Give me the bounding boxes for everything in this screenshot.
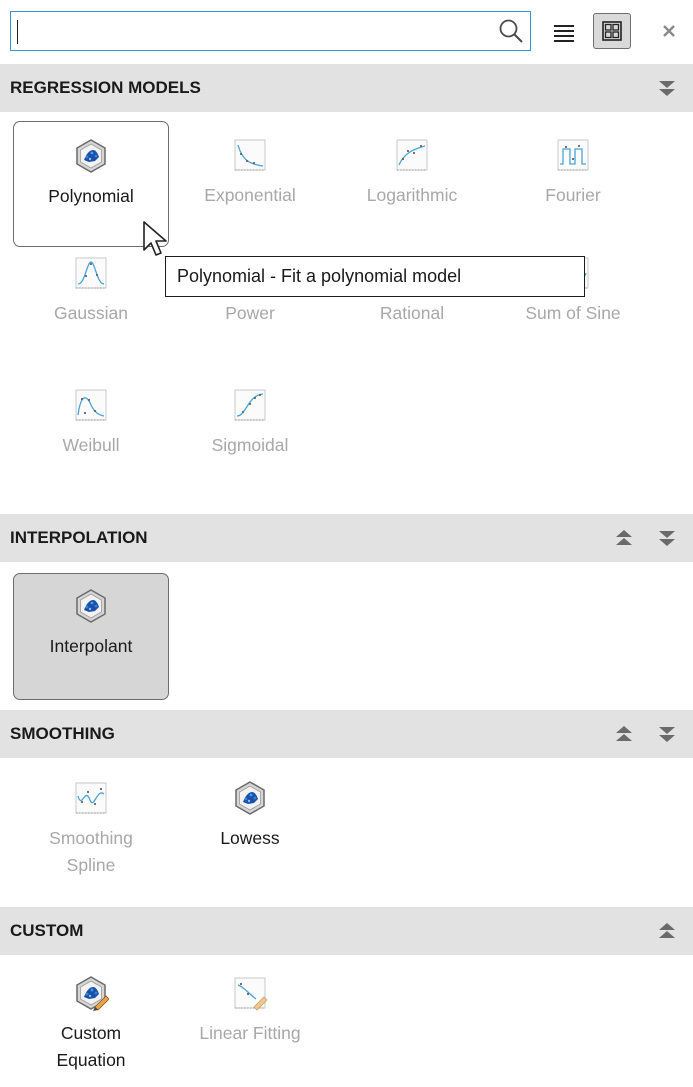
gallery-item-linear-fitting[interactable]: Linear Fitting — [172, 975, 328, 1065]
grid-view-button[interactable] — [593, 13, 631, 49]
tooltip: Polynomial - Fit a polynomial model — [165, 256, 585, 297]
item-label: Polynomial — [48, 186, 134, 206]
search-input[interactable] — [17, 16, 487, 46]
section-header-regression-models[interactable]: REGRESSION MODELS — [0, 64, 693, 112]
gallery-item-interpolant[interactable]: Interpolant — [13, 573, 169, 700]
section-header-custom[interactable]: CUSTOM — [0, 907, 693, 955]
grid-view-icon — [602, 21, 622, 41]
gallery-item-fourier[interactable]: Fourier — [495, 137, 651, 247]
gallery-item-sigmoidal[interactable]: Sigmoidal — [172, 387, 328, 477]
item-label: Logarithmic — [366, 185, 458, 205]
item-label: Linear Fitting — [199, 1023, 301, 1043]
lowess-icon — [235, 781, 265, 815]
item-label: Fourier — [545, 185, 601, 205]
collapse-up-icon[interactable] — [655, 920, 679, 942]
section-header-smoothing[interactable]: SMOOTHING — [0, 710, 693, 758]
item-label-line1: Custom — [60, 1023, 122, 1043]
item-label: Gaussian — [54, 303, 128, 323]
item-label: Lowess — [220, 828, 280, 848]
mouse-pointer-icon — [143, 221, 167, 256]
item-label: Weibull — [62, 435, 120, 455]
section-title: INTERPOLATION — [10, 528, 148, 547]
linear-fitting-icon — [234, 977, 268, 1011]
item-label-line2: Equation — [56, 1050, 126, 1070]
gallery-item-smoothing-spline[interactable]: Smoothing Spline — [13, 780, 169, 895]
item-label: Exponential — [204, 185, 296, 205]
close-icon[interactable] — [656, 18, 682, 44]
polynomial-icon — [76, 139, 106, 173]
gallery-item-weibull[interactable]: Weibull — [13, 387, 169, 477]
smoothing-spline-icon — [75, 782, 107, 814]
expand-down-icon[interactable] — [655, 77, 679, 99]
list-view-icon[interactable] — [550, 18, 578, 46]
item-label: Smoothing Spline — [13, 825, 169, 879]
sigmoidal-icon — [234, 389, 266, 421]
section-title: REGRESSION MODELS — [10, 78, 201, 97]
gallery-item-gaussian[interactable]: Gaussian — [13, 255, 169, 345]
exponential-icon — [234, 139, 266, 171]
interpolant-icon — [76, 589, 106, 623]
item-label: Sigmoidal — [211, 435, 289, 455]
item-label-line1: Smoothing — [49, 828, 133, 848]
item-label: Custom Equation — [13, 1020, 169, 1074]
collapse-up-icon[interactable] — [612, 527, 636, 549]
gallery-item-custom-equation[interactable]: Custom Equation — [13, 975, 169, 1085]
gaussian-icon — [75, 257, 107, 289]
logarithmic-icon — [396, 139, 428, 171]
fourier-icon — [557, 139, 589, 171]
search-box[interactable] — [10, 11, 531, 51]
collapse-up-icon[interactable] — [612, 723, 636, 745]
custom-equation-icon — [76, 976, 109, 1011]
item-label: Rational — [379, 303, 445, 323]
item-label-line2: Spline — [66, 855, 116, 875]
search-icon[interactable] — [498, 18, 524, 44]
weibull-icon — [75, 389, 107, 421]
item-label: Interpolant — [49, 636, 133, 656]
section-header-interpolation[interactable]: INTERPOLATION — [0, 514, 693, 562]
text-caret — [17, 20, 18, 44]
section-title: SMOOTHING — [10, 724, 115, 743]
expand-down-icon[interactable] — [655, 723, 679, 745]
gallery-item-exponential[interactable]: Exponential — [172, 137, 328, 247]
expand-down-icon[interactable] — [655, 527, 679, 549]
gallery-item-logarithmic[interactable]: Logarithmic — [334, 137, 490, 247]
item-label: Sum of Sine — [525, 303, 621, 323]
gallery-item-lowess[interactable]: Lowess — [172, 780, 328, 870]
section-title: CUSTOM — [10, 921, 84, 940]
item-label: Power — [225, 303, 275, 323]
